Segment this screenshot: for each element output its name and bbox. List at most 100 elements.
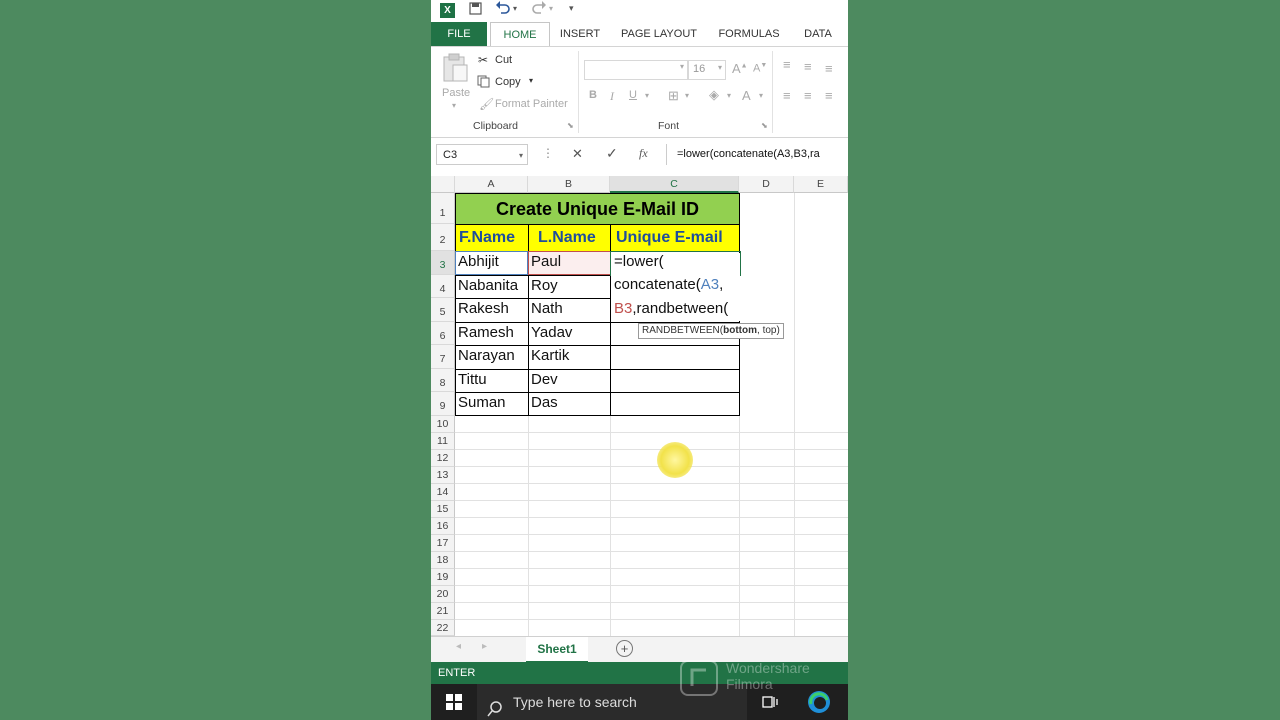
row-header[interactable]: 7 bbox=[431, 345, 455, 369]
align-center-icon[interactable]: ≡ bbox=[804, 88, 812, 103]
cell-last-name[interactable]: Nath bbox=[528, 300, 563, 317]
row-header[interactable]: 18 bbox=[431, 552, 455, 569]
row-header[interactable]: 20 bbox=[431, 586, 455, 603]
align-left-icon[interactable]: ≡ bbox=[783, 88, 791, 103]
cell-first-name[interactable]: Ramesh bbox=[455, 324, 514, 341]
tab-data[interactable]: DATA bbox=[797, 22, 839, 46]
undo-dropdown-icon[interactable]: ▾ bbox=[513, 4, 517, 13]
borders-icon[interactable]: ⊞ bbox=[668, 88, 679, 104]
cell-last-name[interactable]: Paul bbox=[528, 253, 561, 270]
copy-button[interactable]: Copy bbox=[495, 76, 521, 88]
cell-last-name[interactable]: Das bbox=[528, 394, 558, 411]
font-name-select[interactable]: ▾ bbox=[584, 60, 688, 80]
tab-home[interactable]: HOME bbox=[490, 22, 550, 46]
fill-color-dropdown-icon[interactable]: ▾ bbox=[727, 91, 731, 100]
row-header[interactable]: 12 bbox=[431, 450, 455, 467]
tab-insert[interactable]: INSERT bbox=[555, 22, 605, 46]
tab-page-layout[interactable]: PAGE LAYOUT bbox=[617, 22, 701, 46]
sheet-tab-sheet1[interactable]: Sheet1 bbox=[526, 637, 588, 663]
cell-first-name[interactable]: Rakesh bbox=[455, 300, 509, 317]
row-header[interactable]: 17 bbox=[431, 535, 455, 552]
redo-icon[interactable] bbox=[531, 0, 547, 17]
row-header[interactable]: 6 bbox=[431, 322, 455, 345]
cell-first-name[interactable]: Narayan bbox=[455, 347, 515, 364]
increase-font-icon[interactable]: A▲ bbox=[732, 61, 748, 76]
align-top-icon[interactable]: ≡ bbox=[783, 57, 791, 72]
row-header[interactable]: 15 bbox=[431, 501, 455, 518]
cell-last-name[interactable]: Yadav bbox=[528, 324, 572, 341]
enter-formula-button[interactable]: ✓ bbox=[606, 145, 618, 162]
name-box[interactable]: C3 ▾ bbox=[436, 144, 528, 165]
cell-last-name[interactable]: Dev bbox=[528, 371, 558, 388]
row-header[interactable]: 21 bbox=[431, 603, 455, 620]
customize-qat-icon[interactable]: ▾ bbox=[569, 3, 574, 14]
cancel-formula-button[interactable]: ✕ bbox=[572, 146, 583, 162]
row-header[interactable]: 14 bbox=[431, 484, 455, 501]
insert-function-button[interactable]: fx bbox=[639, 146, 648, 161]
tab-formulas[interactable]: FORMULAS bbox=[713, 22, 785, 46]
row-header[interactable]: 9 bbox=[431, 392, 455, 416]
row-header[interactable]: 22 bbox=[431, 620, 455, 636]
select-all-corner[interactable] bbox=[431, 176, 455, 193]
function-tooltip[interactable]: RANDBETWEEN(bottom, top) bbox=[638, 323, 784, 339]
font-color-dropdown-icon[interactable]: ▾ bbox=[759, 91, 763, 100]
copy-icon[interactable] bbox=[477, 75, 491, 91]
scroll-left-icon[interactable]: ◂ bbox=[456, 641, 461, 652]
redo-dropdown-icon[interactable]: ▾ bbox=[549, 4, 553, 13]
add-sheet-icon[interactable]: + bbox=[616, 640, 633, 657]
tab-file[interactable]: FILE bbox=[431, 22, 487, 46]
align-right-icon[interactable]: ≡ bbox=[825, 88, 833, 103]
row-header[interactable]: 11 bbox=[431, 433, 455, 450]
column-header[interactable]: B bbox=[528, 176, 610, 193]
clipboard-launcher-icon[interactable]: ⬊ bbox=[567, 121, 574, 130]
copy-dropdown-icon[interactable]: ▾ bbox=[529, 76, 533, 85]
edge-browser-icon[interactable] bbox=[807, 690, 831, 719]
scroll-right-icon[interactable]: ▸ bbox=[482, 641, 487, 652]
formula-input[interactable]: =lower(concatenate(A3,B3,ra bbox=[666, 144, 848, 165]
in-cell-editor[interactable]: =lower( concatenate(A3, B3,randbetween( bbox=[611, 253, 740, 321]
header-cell-email[interactable]: Unique E-mail bbox=[610, 224, 740, 252]
row-header[interactable]: 16 bbox=[431, 518, 455, 535]
windows-start-icon[interactable] bbox=[446, 694, 462, 715]
row-header[interactable]: 3 bbox=[431, 251, 455, 275]
row-header[interactable]: 10 bbox=[431, 416, 455, 433]
cell-first-name[interactable]: Nabanita bbox=[455, 277, 518, 294]
undo-icon[interactable] bbox=[495, 0, 511, 17]
save-icon[interactable] bbox=[469, 2, 482, 18]
borders-dropdown-icon[interactable]: ▾ bbox=[685, 91, 689, 100]
header-cell-lname[interactable]: L.Name bbox=[528, 224, 611, 252]
column-header[interactable]: A bbox=[455, 176, 528, 193]
cell-last-name[interactable]: Kartik bbox=[528, 347, 569, 364]
cut-button[interactable]: Cut bbox=[495, 54, 512, 66]
format-painter-button[interactable]: Format Painter bbox=[495, 98, 568, 110]
column-header[interactable]: D bbox=[739, 176, 794, 193]
bold-button[interactable]: B bbox=[589, 89, 597, 101]
row-header[interactable]: 2 bbox=[431, 224, 455, 251]
underline-button[interactable]: U bbox=[629, 89, 637, 101]
cell-first-name[interactable]: Suman bbox=[455, 394, 506, 411]
row-header[interactable]: 5 bbox=[431, 298, 455, 322]
align-middle-icon[interactable]: ≡ bbox=[804, 59, 812, 74]
paste-dropdown-icon[interactable]: ▾ bbox=[452, 101, 456, 110]
cell-last-name[interactable]: Roy bbox=[528, 277, 558, 294]
row-header[interactable]: 8 bbox=[431, 369, 455, 392]
column-header[interactable]: E bbox=[794, 176, 848, 193]
underline-dropdown-icon[interactable]: ▾ bbox=[645, 91, 649, 100]
scissors-icon[interactable]: ✂ bbox=[478, 53, 488, 67]
paste-button[interactable]: Paste bbox=[442, 87, 470, 99]
font-launcher-icon[interactable]: ⬊ bbox=[761, 121, 768, 130]
paste-icon[interactable] bbox=[441, 53, 469, 86]
row-header[interactable]: 4 bbox=[431, 275, 455, 298]
font-size-select[interactable]: 16 ▾ bbox=[688, 60, 726, 80]
align-bottom-icon[interactable]: ≡ bbox=[825, 61, 833, 76]
italic-button[interactable]: I bbox=[610, 89, 614, 104]
cell-first-name[interactable]: Tittu bbox=[455, 371, 487, 388]
title-cell[interactable]: Create Unique E-Mail ID bbox=[455, 193, 740, 225]
column-header[interactable]: C bbox=[610, 176, 739, 193]
cell-first-name[interactable]: Abhijit bbox=[455, 253, 499, 270]
row-header[interactable]: 1 bbox=[431, 193, 455, 224]
font-color-button[interactable]: A bbox=[742, 88, 751, 103]
task-view-icon[interactable] bbox=[762, 694, 778, 715]
decrease-font-icon[interactable]: A▼ bbox=[753, 62, 767, 75]
header-cell-fname[interactable]: F.Name bbox=[455, 224, 529, 252]
